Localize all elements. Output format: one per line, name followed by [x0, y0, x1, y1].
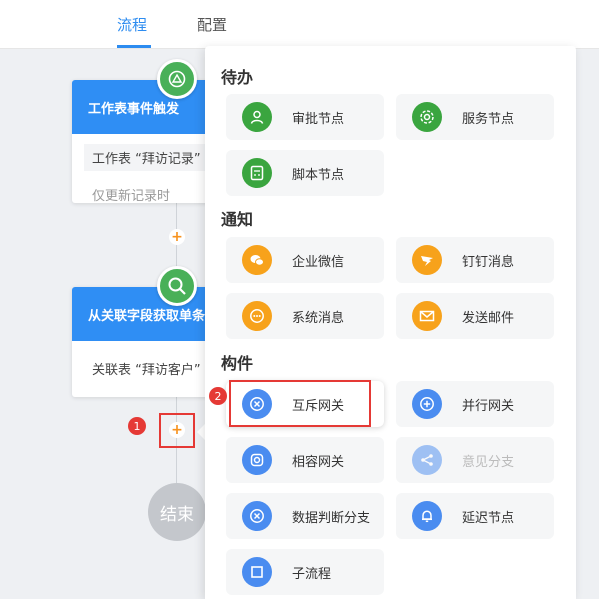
gear-icon: [412, 102, 442, 132]
highlight-box-exclusive-gateway: [229, 380, 371, 427]
node-picker-panel: 待办 审批节点 服务节点 脚本节点 通知 企业微信 钉钉消息 系统消息 发送邮件…: [205, 46, 576, 599]
panel-pointer: [197, 424, 205, 440]
bell-icon: [412, 501, 442, 531]
node-option-parallel-gateway[interactable]: 并行网关: [396, 381, 554, 427]
active-tab-indicator: [117, 45, 151, 48]
node-card-trigger[interactable]: 工作表事件触发 工作表 “拜访记录” 仅更新记录时: [72, 80, 222, 203]
end-node: 结束: [148, 483, 206, 541]
close-circle-icon: [242, 501, 272, 531]
node-title: 从关联字段获取单条: [72, 287, 222, 341]
node-option-approval[interactable]: 审批节点: [226, 94, 384, 140]
square-icon: [242, 557, 272, 587]
share-icon: [412, 445, 442, 475]
section-title-components: 构件: [221, 354, 254, 373]
node-option-script[interactable]: 脚本节点: [226, 150, 384, 196]
node-detail: 关联表 “拜访客户”: [92, 363, 201, 378]
add-node-button[interactable]: +: [169, 229, 185, 245]
instagram-icon: [242, 445, 272, 475]
node-option-inclusive-gateway[interactable]: 相容网关: [226, 437, 384, 483]
node-option-dingtalk[interactable]: 钉钉消息: [396, 237, 554, 283]
node-option-wecom[interactable]: 企业微信: [226, 237, 384, 283]
node-option-opinion-branch[interactable]: 意见分支: [396, 437, 554, 483]
node-detail: 工作表 “拜访记录”: [84, 144, 222, 171]
search-node-icon: [157, 266, 197, 306]
node-option-email[interactable]: 发送邮件: [396, 293, 554, 339]
node-option-data-branch[interactable]: 数据判断分支: [226, 493, 384, 539]
node-option-system-message[interactable]: 系统消息: [226, 293, 384, 339]
wechat-icon: [242, 245, 272, 275]
node-title: 工作表事件触发: [72, 80, 222, 134]
top-tab-bar: 流程 配置: [0, 0, 599, 49]
section-title-todo: 待办: [221, 68, 254, 87]
plus-circle-icon: [412, 389, 442, 419]
dingtalk-icon: [412, 245, 442, 275]
mail-icon: [412, 301, 442, 331]
node-option-delay[interactable]: 延迟节点: [396, 493, 554, 539]
tab-config[interactable]: 配置: [197, 14, 227, 35]
tab-flow[interactable]: 流程: [117, 14, 147, 35]
highlight-box-plus: [159, 413, 195, 448]
trigger-node-icon: [157, 59, 197, 99]
node-subdetail: 仅更新记录时: [92, 189, 171, 203]
message-icon: [242, 301, 272, 331]
calculator-icon: [242, 158, 272, 188]
section-title-notify: 通知: [221, 210, 254, 229]
node-option-service[interactable]: 服务节点: [396, 94, 554, 140]
user-icon: [242, 102, 272, 132]
node-option-subprocess[interactable]: 子流程: [226, 549, 384, 595]
step-badge-2: 2: [209, 387, 227, 405]
node-card-get-record[interactable]: 从关联字段获取单条 关联表 “拜访客户”: [72, 287, 222, 397]
step-badge-1: 1: [128, 417, 146, 435]
